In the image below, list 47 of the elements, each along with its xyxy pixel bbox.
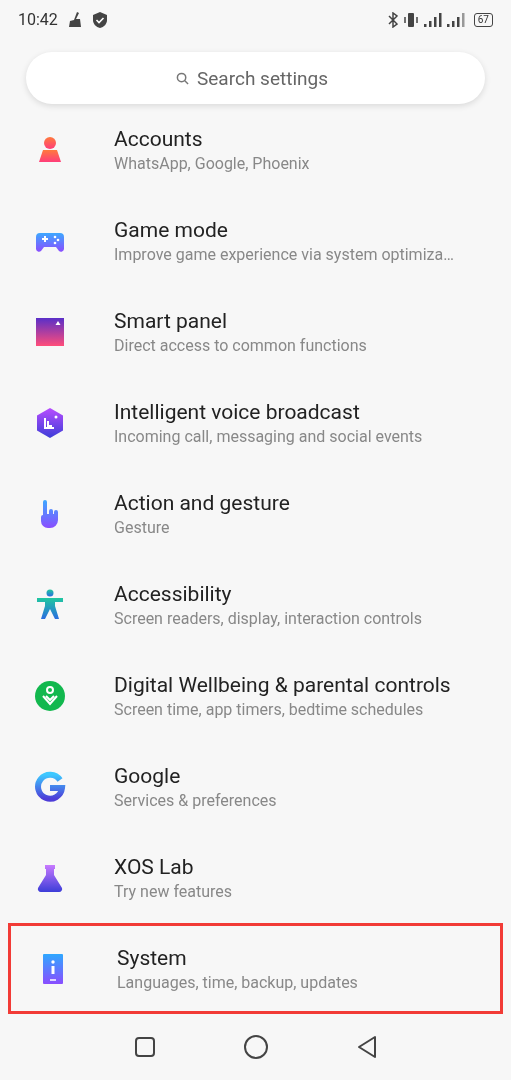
recents-button[interactable]: [133, 1036, 156, 1058]
search-icon: [176, 72, 189, 85]
item-title: Digital Wellbeing & parental controls: [114, 671, 451, 699]
item-title: Accounts: [114, 125, 204, 153]
item-subtitle: Screen time, app timers, bedtime schedules: [114, 698, 425, 721]
item-title: Intelligent voice broadcast: [114, 398, 361, 426]
item-subtitle: Languages, time, backup, updates: [117, 971, 358, 994]
item-title: Accessibility: [114, 580, 233, 608]
settings-item[interactable]: XOS Lab Try new features: [0, 832, 511, 923]
item-subtitle: Gesture: [114, 516, 171, 539]
heart-figure-icon: [34, 679, 66, 712]
settings-item[interactable]: Intelligent voice broadcast Incoming call, messaging and social events: [0, 377, 511, 468]
settings-item[interactable]: Game mode Improve game experience via system optimiza…: [0, 195, 511, 286]
item-subtitle: Direct access to common functions: [114, 334, 367, 357]
voice-icon: [34, 406, 66, 439]
search-field[interactable]: Search settings: [26, 52, 485, 104]
vibrate-icon: [402, 12, 419, 28]
item-subtitle: Screen readers, display, interaction controls: [114, 607, 422, 630]
settings-item[interactable]: Google Services & preferences: [0, 741, 511, 832]
item-title: Smart panel: [114, 307, 229, 335]
panel-icon: [34, 315, 66, 348]
settings-item[interactable]: Smart panel Direct access to common functions: [0, 286, 511, 377]
item-subtitle: Services & preferences: [114, 789, 277, 812]
settings-item[interactable]: System Languages, time, backup, updates: [8, 923, 503, 1014]
item-subtitle: Incoming call, messaging and social events: [114, 425, 423, 448]
item-subtitle: Improve game experience via system optimiza…: [114, 243, 454, 266]
battery-indicator: 67: [473, 13, 493, 27]
item-title: Action and gesture: [114, 489, 290, 517]
item-title: Google: [114, 762, 182, 790]
shield-icon: [91, 11, 108, 29]
settings-item[interactable]: Accessibility Screen readers, display, interaction controls: [0, 559, 511, 650]
signal-icon: [423, 13, 442, 27]
item-title: System: [117, 944, 188, 972]
item-subtitle: Try new features: [114, 880, 232, 903]
clock: 10:42: [18, 9, 58, 31]
settings-item[interactable]: Accounts WhatsApp, Google, Phoenix: [0, 104, 511, 195]
settings-item[interactable]: Digital Wellbeing & parental controls Screen time, app timers, bedtime schedules: [0, 650, 511, 741]
letter-g-icon: [34, 770, 66, 803]
item-title: Game mode: [114, 216, 229, 244]
back-button[interactable]: [355, 1035, 378, 1059]
bluetooth-icon: [387, 12, 398, 28]
settings-item[interactable]: Action and gesture Gesture: [0, 468, 511, 559]
home-button[interactable]: [242, 1034, 269, 1060]
signal-icon: [446, 13, 465, 27]
item-title: XOS Lab: [114, 853, 195, 881]
item-subtitle: WhatsApp, Google, Phoenix: [114, 152, 310, 175]
accessibility-icon: [34, 588, 66, 621]
